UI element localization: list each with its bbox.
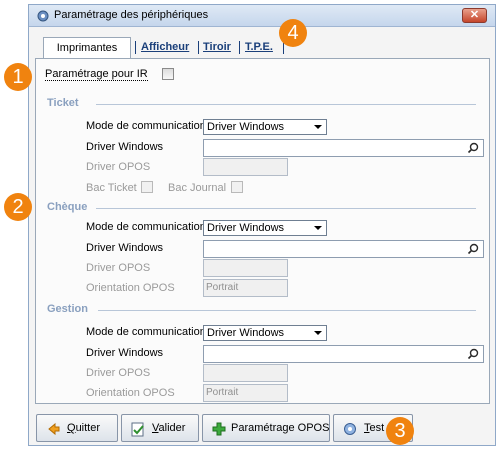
bac-ticket-checkbox [141,181,153,193]
chevron-down-icon [314,125,322,129]
validate-label: Valider [152,422,186,434]
section-divider [98,310,476,311]
window-title: Paramétrage des périphériques [54,9,209,21]
title-bar: Paramétrage des périphériques ✕ [29,5,495,27]
gestion-orientation-value: Portrait [206,387,239,398]
search-icon[interactable] [467,142,479,154]
cheque-mode-select[interactable]: Driver Windows [203,220,327,236]
tab-afficheur[interactable]: Afficheur [141,37,189,57]
tab-tpe[interactable]: T.P.E. [245,37,273,57]
cheque-mode-label: Mode de communication [86,221,206,233]
gestion-orientation-label: Orientation OPOS [86,387,175,399]
validate-button[interactable]: Valider [121,414,199,442]
gestion-orientation-field: Portrait [203,384,288,402]
section-cheque-title: Chèque [47,201,88,213]
gestion-driver-opos-field [203,364,288,382]
test-label: Test [364,422,385,434]
tab-separator [239,41,240,54]
opos-settings-label: Paramétrage OPOS [231,422,330,434]
callout-badge-3: 3 [386,417,414,445]
gestion-driver-windows-field[interactable] [203,345,484,363]
ticket-driver-opos-label: Driver OPOS [86,161,151,173]
cheque-orientation-value: Portrait [206,282,239,293]
cheque-driver-opos-field [203,259,288,277]
quit-button[interactable]: Quitter [36,414,118,442]
chevron-down-icon [314,226,322,230]
cheque-orientation-label: Orientation OPOS [86,282,175,294]
ir-setting-label: Paramétrage pour IR [45,68,148,81]
bac-ticket-label: Bac Ticket [86,182,137,194]
ticket-mode-value: Driver Windows [207,121,285,133]
tab-separator [135,41,136,54]
close-button[interactable]: ✕ [462,8,487,23]
gestion-driver-windows-label: Driver Windows [86,347,164,359]
gestion-mode-value: Driver Windows [207,327,285,339]
app-gear-icon [37,10,49,22]
search-icon[interactable] [467,243,479,255]
tab-panel: Paramétrage pour IR Ticket Mode de commu… [35,58,490,404]
section-divider [96,208,476,209]
tab-tiroir[interactable]: Tiroir [203,37,231,57]
cheque-orientation-field: Portrait [203,279,288,297]
ticket-driver-windows-label: Driver Windows [86,141,164,153]
dialog-window: Paramétrage des périphériques ✕ Impriman… [28,4,496,446]
callout-badge-1: 1 [4,63,32,91]
cheque-driver-windows-field[interactable] [203,240,484,258]
document-check-icon [131,422,144,437]
bac-journal-checkbox [231,181,243,193]
opos-settings-button[interactable]: Paramétrage OPOS [202,414,330,442]
gestion-mode-select[interactable]: Driver Windows [203,325,327,341]
tab-imprimantes[interactable]: Imprimantes [43,37,131,59]
cheque-driver-opos-label: Driver OPOS [86,262,151,274]
callout-badge-2: 2 [4,193,32,221]
ir-setting-checkbox[interactable] [162,68,174,80]
ticket-mode-select[interactable]: Driver Windows [203,119,327,135]
cheque-driver-windows-label: Driver Windows [86,242,164,254]
exit-arrow-icon [48,422,60,436]
tab-separator [198,41,199,54]
test-gear-icon [344,423,356,435]
section-divider [96,104,476,105]
cheque-mode-value: Driver Windows [207,222,285,234]
ticket-driver-windows-field[interactable] [203,139,484,157]
callout-badge-4: 4 [279,19,307,47]
bac-journal-label: Bac Journal [168,182,227,194]
quit-label: Quitter [67,422,101,434]
gestion-mode-label: Mode de communication [86,326,206,338]
plus-icon [212,422,226,436]
section-gestion-title: Gestion [47,303,88,315]
chevron-down-icon [314,331,322,335]
search-icon[interactable] [467,348,479,360]
ticket-driver-opos-field [203,158,288,176]
gestion-driver-opos-label: Driver OPOS [86,367,151,379]
ticket-mode-label: Mode de communication [86,120,206,132]
section-ticket-title: Ticket [47,97,79,109]
